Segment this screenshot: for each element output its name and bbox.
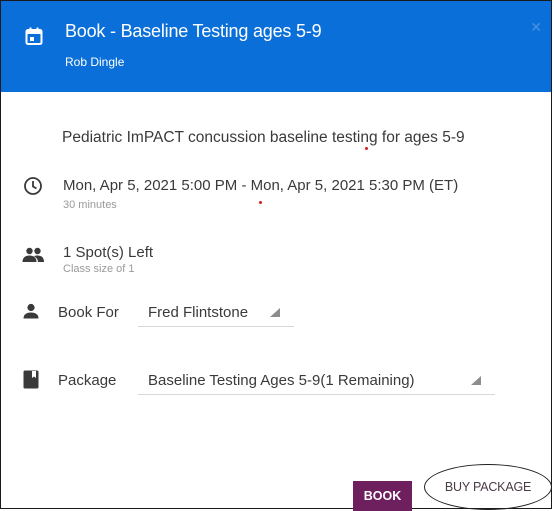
event-duration: 30 minutes bbox=[63, 199, 117, 211]
book-button[interactable]: BOOK bbox=[353, 481, 412, 511]
dropdown-arrow-icon bbox=[471, 376, 481, 385]
red-dot-marker bbox=[259, 201, 262, 204]
package-value: Baseline Testing Ages 5-9(1 Remaining) bbox=[148, 372, 415, 389]
person-icon bbox=[23, 303, 39, 319]
event-description: Pediatric ImPACT concussion baseline tes… bbox=[62, 129, 465, 146]
book-icon bbox=[23, 370, 39, 389]
class-size: Class size of 1 bbox=[63, 263, 135, 275]
booking-dialog: Book - Baseline Testing ages 5-9 Rob Din… bbox=[0, 0, 552, 511]
buy-package-label: BUY PACKAGE bbox=[444, 480, 532, 494]
package-label: Package bbox=[58, 372, 117, 389]
spots-left: 1 Spot(s) Left bbox=[63, 244, 154, 261]
book-for-label: Book For bbox=[58, 304, 119, 321]
dropdown-arrow-icon bbox=[270, 308, 280, 317]
dialog-title: Book - Baseline Testing ages 5-9 bbox=[65, 21, 322, 41]
book-for-value: Fred Flintstone bbox=[148, 304, 249, 321]
package-dropdown[interactable]: Baseline Testing Ages 5-9(1 Remaining) bbox=[138, 367, 495, 395]
people-icon bbox=[22, 247, 44, 262]
clock-icon bbox=[24, 177, 42, 195]
buy-package-button[interactable]: BUY PACKAGE bbox=[424, 464, 552, 510]
red-dot-marker bbox=[365, 147, 368, 150]
calendar-icon bbox=[25, 27, 43, 45]
book-for-dropdown[interactable]: Fred Flintstone bbox=[138, 299, 294, 327]
close-icon[interactable]: ✕ bbox=[530, 19, 542, 36]
dialog-header: Book - Baseline Testing ages 5-9 Rob Din… bbox=[1, 1, 551, 92]
instructor-name: Rob Dingle bbox=[65, 55, 125, 69]
event-datetime: Mon, Apr 5, 2021 5:00 PM - Mon, Apr 5, 2… bbox=[63, 177, 459, 194]
